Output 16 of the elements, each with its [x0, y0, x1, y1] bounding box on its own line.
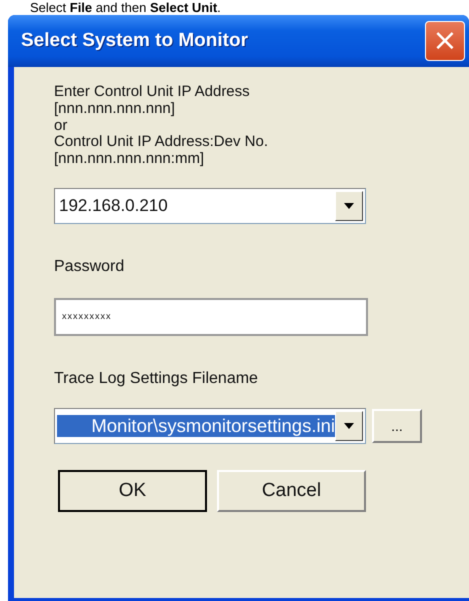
- address-label: Enter Control Unit IP Address [nnn.nnn.nnn.nnn] or Control Unit IP Address:Dev No. [nnn.nnn.nnn.nnn:mm]: [54, 84, 269, 168]
- filename-combo[interactable]: Monitor\sysmonitorsettings.ini: [54, 408, 366, 444]
- filename-label: Trace Log Settings Filename: [54, 370, 259, 389]
- window-title: Select System to Monitor: [21, 30, 248, 52]
- browse-button[interactable]: ...: [372, 408, 422, 443]
- ok-button[interactable]: OK: [58, 470, 207, 512]
- caret-icon: [344, 422, 354, 429]
- cancel-button[interactable]: Cancel: [217, 470, 366, 512]
- dropdown-button[interactable]: [335, 190, 363, 221]
- close-button[interactable]: ×: [425, 21, 465, 61]
- password-field[interactable]: xxxxxxxxx: [54, 298, 368, 336]
- instruction-text: Select File and then Select Unit.: [29, 0, 222, 15]
- dropdown-button[interactable]: [335, 410, 363, 441]
- caret-icon: [344, 202, 354, 209]
- password-label: Password: [54, 258, 126, 277]
- address-combo[interactable]: 192.168.0.210: [54, 188, 366, 224]
